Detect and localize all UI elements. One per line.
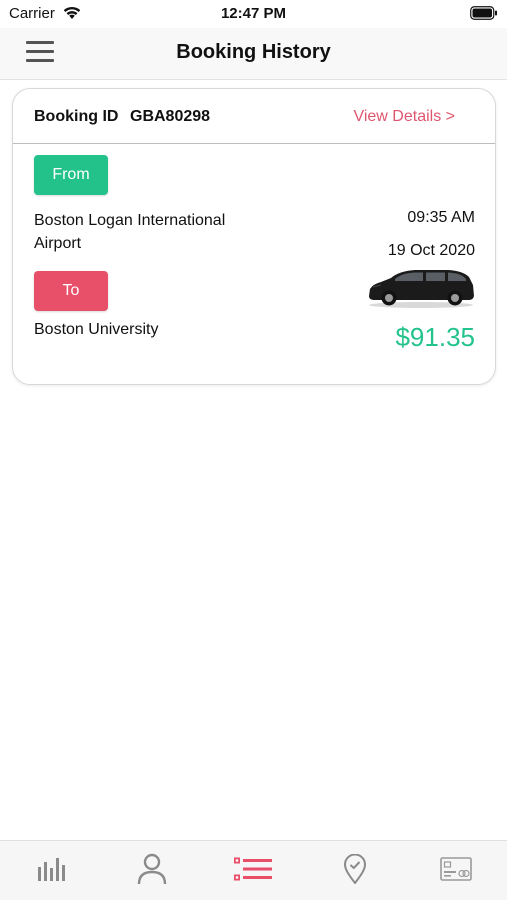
booking-price: $91.35 — [395, 322, 475, 352]
tab-stats[interactable] — [0, 841, 101, 900]
booking-card[interactable]: Booking ID GBA80298 View Details > From … — [12, 88, 496, 385]
view-details-link[interactable]: View Details > — [353, 108, 455, 126]
location-pin-icon — [343, 853, 367, 889]
bottom-tab-bar — [0, 840, 507, 900]
booking-id-label: Booking ID — [34, 108, 119, 125]
user-icon — [137, 853, 167, 890]
navigation-bar: Booking History — [0, 28, 507, 80]
from-badge: From — [34, 155, 108, 195]
battery-icon — [470, 6, 498, 25]
pickup-address: Boston Logan International Airport — [34, 212, 226, 252]
pickup-time: 09:35 AM — [407, 209, 475, 226]
pickup-date: 19 Oct 2020 — [387, 242, 475, 259]
page-title: Booking History — [176, 41, 331, 63]
payment-card-icon — [440, 856, 473, 886]
bar-chart-icon — [37, 856, 65, 887]
booking-card-header: Booking ID GBA80298 View Details > — [13, 89, 495, 144]
tab-locations[interactable] — [304, 841, 405, 900]
list-icon — [234, 857, 273, 886]
to-badge: To — [34, 271, 108, 311]
dropoff-address: Boston University — [34, 321, 159, 338]
clock-time: 12:47 PM — [220, 5, 287, 22]
tab-payment[interactable] — [406, 841, 507, 900]
minivan-icon — [365, 267, 477, 314]
status-bar: Carrier 12:47 PM — [0, 0, 507, 28]
tab-profile[interactable] — [101, 841, 202, 900]
tab-booking-history[interactable] — [203, 841, 304, 900]
booking-id-value: GBA80298 — [130, 108, 211, 125]
